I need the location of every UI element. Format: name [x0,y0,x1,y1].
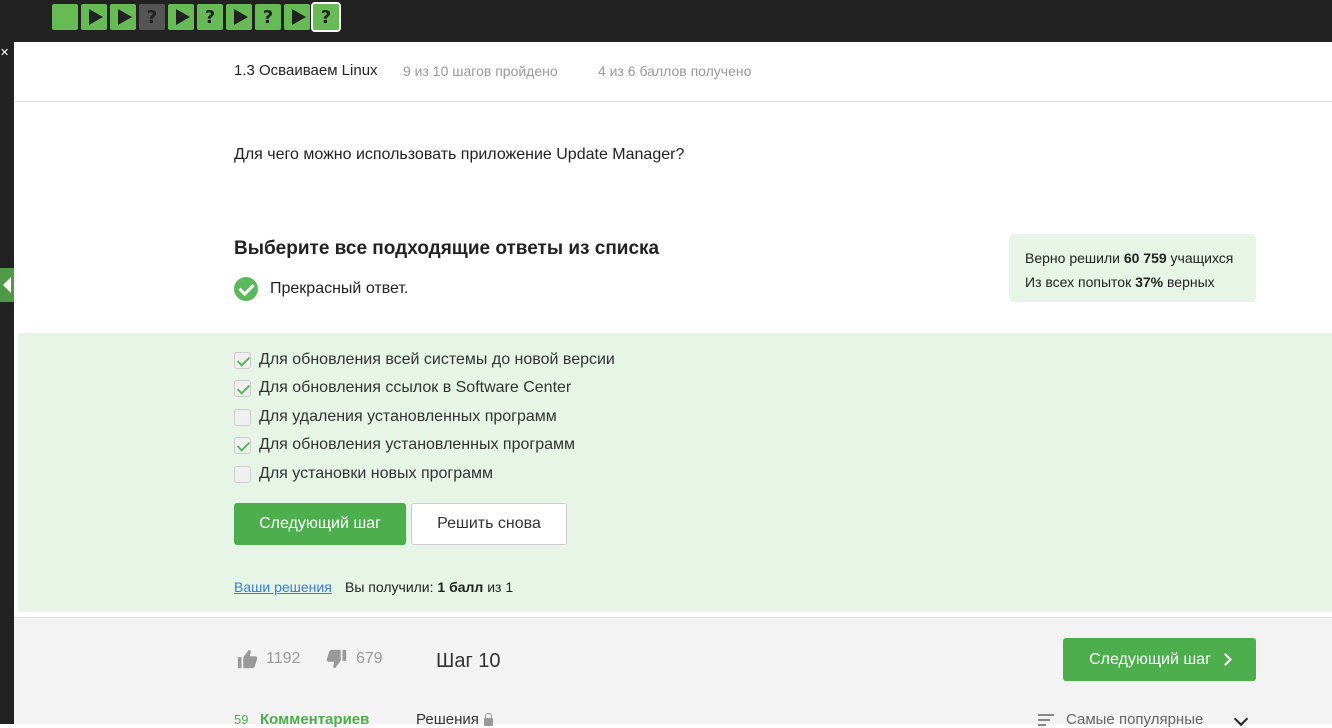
attempts-stat: Из всех попыток 37% верных [1025,274,1215,290]
checkbox-checked[interactable] [234,351,251,369]
checkbox-unchecked[interactable] [234,465,251,483]
steps-progress: 9 из 10 шагов пройдено [403,63,558,79]
checkbox-checked[interactable] [234,379,251,397]
step-label: Шаг 10 [436,650,501,672]
step-7-video-icon[interactable] [226,4,252,30]
solved-stat: Верно решили 60 759 учащихся [1025,250,1234,266]
dislike-button[interactable]: 679 [326,648,383,670]
step-3-video-icon[interactable] [110,4,136,30]
sort-label: Самые популярные [1066,711,1204,728]
comments-count[interactable]: 59 [234,712,248,727]
answer-option-label: Для установки новых программ [259,465,494,482]
stats-panel: Верно решили 60 759 учащихся Из всех поп… [1009,234,1256,302]
step-10-quiz-icon-current[interactable]: ? [311,2,341,32]
checkbox-unchecked[interactable] [234,408,251,426]
dislikes-count: 679 [356,650,383,667]
chevron-right-icon [1219,653,1232,666]
sort-dropdown[interactable]: Самые популярные [1038,711,1203,728]
step-navigation: ? ? ? ? [52,2,341,32]
solved-count: 60 759 [1123,250,1167,266]
step-6-quiz-icon[interactable]: ? [197,4,223,30]
answer-option-label: Для обновления установленных программ [259,436,576,453]
tab-solutions-label: Решения [416,711,479,728]
answer-option-label: Для обновления всей системы до новой вер… [259,351,615,368]
step-2-video-icon[interactable] [81,4,107,30]
verdict: Прекрасный ответ. [234,277,408,301]
answer-option-label: Для обновления ссылок в Software Center [259,379,572,396]
answer-option[interactable]: Для обновления ссылок в Software Center [234,379,571,397]
your-solutions-link[interactable]: Ваши решения [234,579,332,595]
step-1-solved-icon[interactable] [52,4,78,30]
answer-option[interactable]: Для удаления установленных программ [234,408,557,426]
left-sidebar-collapsed: ✕ [0,42,14,724]
points-value: 1 балл [437,579,484,595]
lesson-header: 1.3 Осваиваем Linux 9 из 10 шагов пройде… [14,42,1332,102]
verdict-text: Прекрасный ответ. [270,280,409,297]
answer-option[interactable]: Для обновления установленных программ [234,436,575,454]
score-progress: 4 из 6 баллов получено [598,63,752,79]
top-navigation-bar: ? ? ? ? [0,0,1332,42]
checkbox-checked[interactable] [234,436,251,454]
thumbs-down-icon [326,649,347,669]
close-icon[interactable]: ✕ [0,46,9,59]
sidebar-expand-toggle[interactable] [0,268,14,302]
step-footer: 1192 679 Шаг 10 Следующий шаг 59 Коммент… [14,617,1332,728]
answers-panel: Для обновления всей системы до новой вер… [18,333,1332,612]
task-title: Выберите все подходящие ответы из списка [234,238,660,259]
answer-option[interactable]: Для установки новых программ [234,465,493,483]
correct-check-icon [234,277,258,301]
answer-option[interactable]: Для обновления всей системы до новой вер… [234,351,615,369]
step-4-quiz-icon[interactable]: ? [139,4,165,30]
tab-comments[interactable]: Комментариев [260,711,369,728]
answer-option-label: Для удаления установленных программ [259,408,557,425]
thumbs-up-icon [237,649,258,669]
question-text: Для чего можно использовать приложение U… [234,146,685,163]
step-9-video-icon[interactable] [284,4,310,30]
step-5-video-icon[interactable] [168,4,194,30]
next-step-label: Следующий шаг [1089,650,1211,668]
step-8-quiz-icon[interactable]: ? [255,4,281,30]
points-result: Вы получили: 1 балл из 1 [345,579,514,595]
retry-button[interactable]: Решить снова [411,503,567,545]
like-button[interactable]: 1192 [236,648,300,670]
likes-count: 1192 [266,650,301,667]
tab-solutions[interactable]: Решения [416,711,493,728]
attempts-percent: 37% [1135,274,1164,290]
next-step-button-footer[interactable]: Следующий шаг [1063,638,1256,681]
lock-icon [483,712,493,726]
lesson-title[interactable]: 1.3 Осваиваем Linux [234,62,378,79]
next-step-button[interactable]: Следующий шаг [234,503,406,545]
